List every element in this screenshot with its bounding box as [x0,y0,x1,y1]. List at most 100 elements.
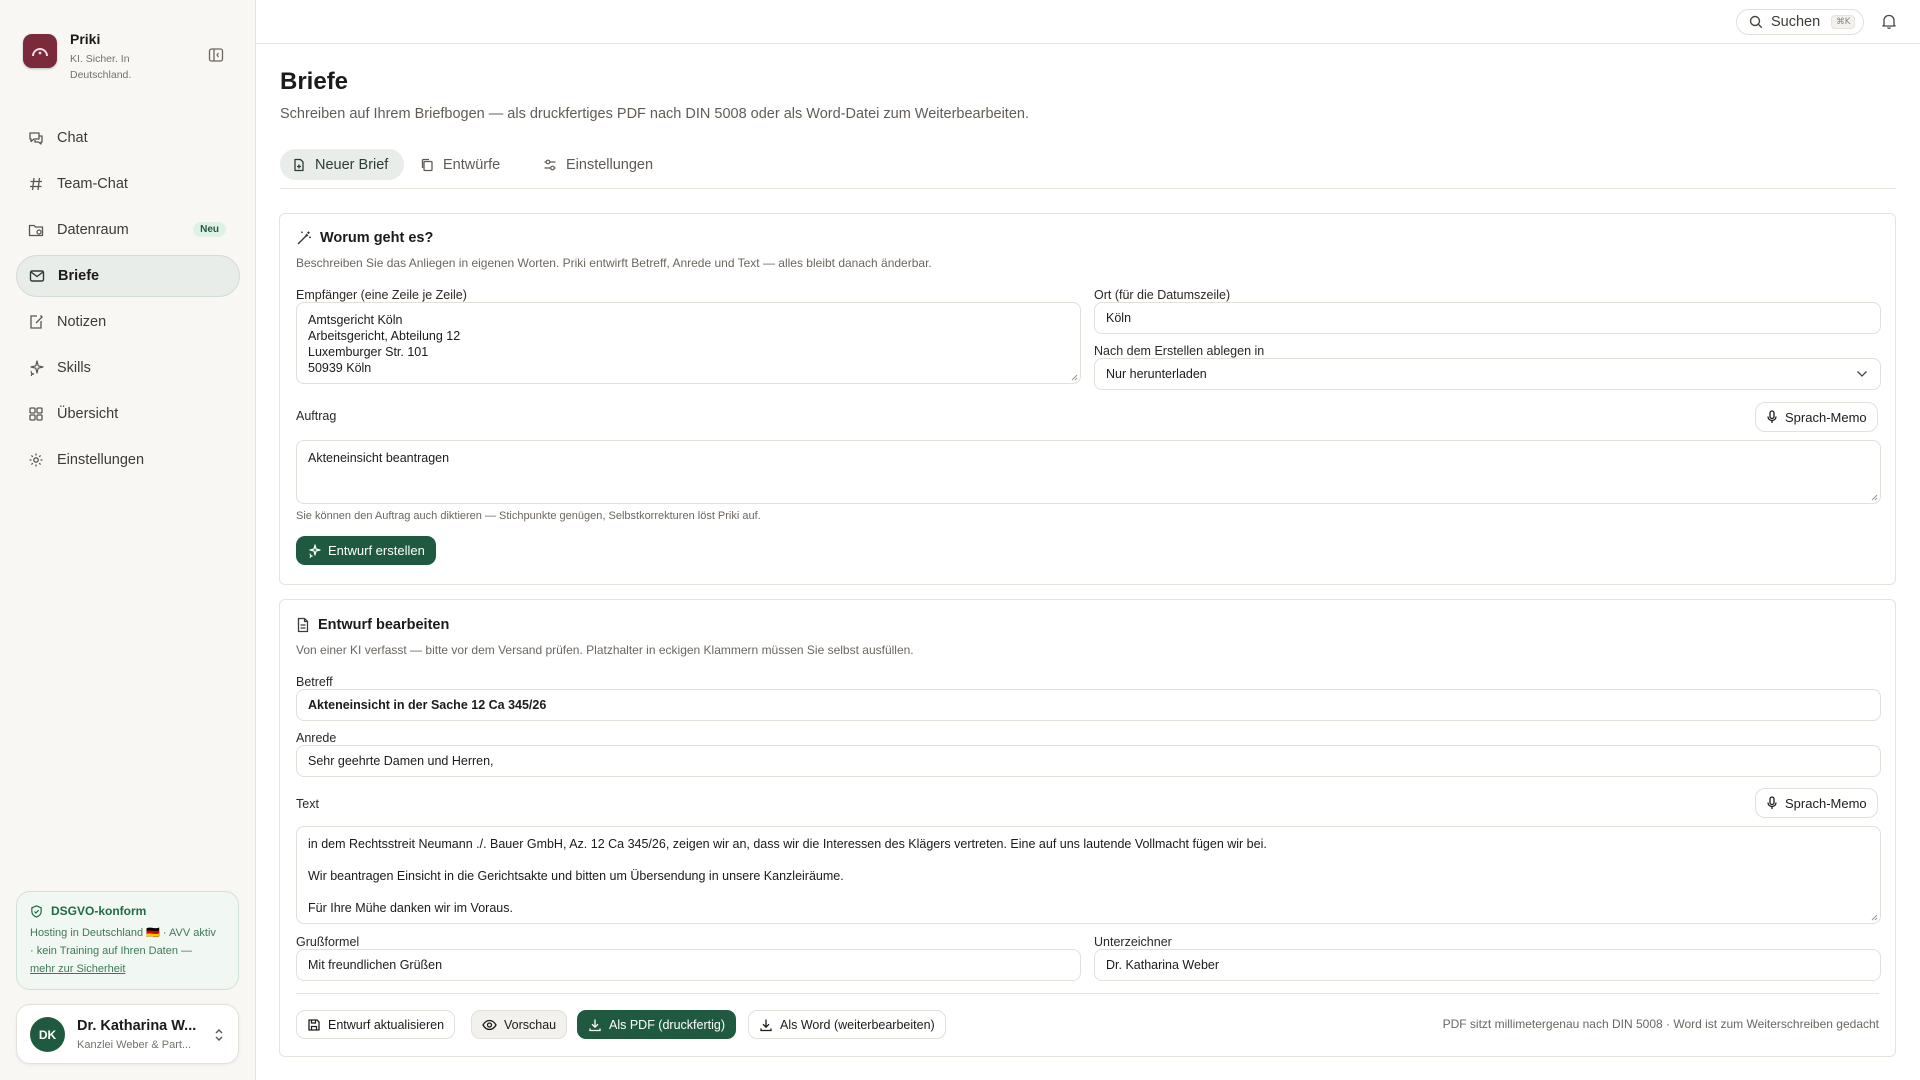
resize-grip-icon[interactable] [1070,373,1078,381]
dsgvo-title: DSGVO-konform [30,904,225,918]
notifications-button[interactable] [1881,13,1897,30]
update-draft-button[interactable]: Entwurf aktualisieren [296,1010,456,1039]
bell-icon [1882,14,1896,29]
sidebar-item-einstellungen[interactable]: Einstellungen [16,439,240,481]
eye-icon [482,1019,497,1030]
divider [296,993,1879,994]
export-word-button[interactable]: Als Word (weiterbearbeiten) [748,1010,946,1039]
shield-check-icon [31,904,42,918]
recipient-textarea[interactable]: Amtsgericht Köln Arbeitsgericht, Abteilu… [296,302,1081,384]
sidebar-item-chat[interactable]: Chat [16,117,240,159]
create-draft-label: Entwurf erstellen [328,543,425,558]
sidebar-toggle-button[interactable] [208,47,226,65]
security-link[interactable]: mehr zur Sicherheit [30,963,125,975]
search-shortcut: ⌘K [1831,15,1856,29]
search-label: Suchen [1771,14,1821,30]
tab-label: Neuer Brief [315,156,389,173]
subject-value: Akteneinsicht in der Sache 12 Ca 345/26 [308,698,547,712]
preview-button[interactable]: Vorschau [471,1010,568,1039]
export-word-label: Als Word (weiterbearbeiten) [780,1017,935,1032]
dsgvo-title-text: DSGVO-konform [51,904,147,918]
recipient-line: Amtsgericht Köln [308,313,403,327]
task-textarea[interactable]: Akteneinsicht beantragen [296,440,1881,504]
store-value: Nur herunterladen [1106,367,1207,381]
download-icon [760,1019,772,1031]
tab-neuer-brief[interactable]: Neuer Brief [280,149,404,180]
chevron-up-down-icon [215,1029,223,1041]
recipient-line: Arbeitsgericht, Abteilung 12 [308,329,461,343]
preview-label: Vorschau [504,1017,557,1032]
user-organization: Kanzlei Weber & Part... [77,1039,192,1051]
sparkle-icon [30,360,44,376]
sidebar-item-uebersicht[interactable]: Übersicht [16,393,240,435]
brand-tagline: KI. Sicher. In Deutschland. [70,53,132,81]
microphone-icon [1767,410,1777,423]
text-paragraph: in dem Rechtsstreit Neumann ./. Bauer Gm… [308,837,1267,851]
chat-icon [29,132,43,145]
dsgvo-line-1: Hosting in Deutschland 🇩🇪 · AVV aktiv [30,927,216,939]
brand-name: Priki [70,31,101,47]
sidebar-item-label: Datenraum [57,222,129,238]
create-draft-button[interactable]: Entwurf erstellen [296,536,436,565]
export-pdf-label: Als PDF (druckfertig) [609,1017,725,1032]
task-value: Akteneinsicht beantragen [308,451,450,465]
user-menu-button[interactable]: DK Dr. Katharina W... Kanzlei Weber & Pa… [16,1004,239,1064]
export-pdf-button[interactable]: Als PDF (druckfertig) [577,1010,736,1039]
export-note: PDF sitzt millimetergenau nach DIN 5008 … [1442,1017,1879,1031]
text-textarea[interactable]: in dem Rechtsstreit Neumann ./. Bauer Gm… [296,826,1881,924]
search-icon [1749,15,1763,29]
signer-input[interactable]: Dr. Katharina Weber [1094,949,1881,981]
page-title: Briefe [280,68,349,95]
tab-label: Einstellungen [566,156,654,173]
user-name: Dr. Katharina W... [77,1018,197,1034]
request-card: Worum geht es? Beschreiben Sie das Anlie… [279,213,1896,585]
tab-entwuerfe[interactable]: Entwürfe [408,149,512,180]
task-hint: Sie können den Auftrag auch diktieren — … [296,510,761,522]
sidebar-item-skills[interactable]: Skills [16,347,240,389]
save-icon [308,1018,320,1031]
gear-icon [29,453,43,467]
store-select[interactable]: Nur herunterladen [1094,358,1881,390]
signer-value: Dr. Katharina Weber [1106,958,1220,972]
closing-input[interactable]: Mit freundlichen Grüßen [296,949,1081,981]
file-plus-icon [294,158,304,171]
tab-einstellungen[interactable]: Einstellungen [531,149,665,180]
sidebar-item-label: Notizen [57,314,107,330]
sidebar-item-label: Chat [57,130,88,146]
salutation-input[interactable]: Sehr geehrte Damen und Herren, [296,745,1881,777]
text-paragraph: Wir beantragen Einsicht in die Gerichtsa… [308,869,844,883]
chevron-down-icon [1857,371,1867,377]
sliders-icon [544,159,556,170]
sidebar-item-notizen[interactable]: Notizen [16,301,240,343]
update-draft-label: Entwurf aktualisieren [328,1017,445,1032]
voice-memo-button[interactable]: Sprach-Memo [1755,402,1878,432]
dsgvo-line-2: · kein Training auf Ihren Daten — [30,945,193,957]
sidebar-item-datenraum[interactable]: Datenraum Neu [16,209,240,251]
sidebar-toggle-icon [208,48,224,62]
search-button[interactable]: Suchen ⌘K [1736,9,1864,35]
place-input[interactable]: Köln [1094,302,1881,334]
store-label: Nach dem Erstellen ablegen in [1094,344,1265,358]
recipient-line: Luxemburger Str. 101 [308,345,429,359]
voice-memo-label: Sprach-Memo [1785,795,1867,811]
copy-icon [421,158,433,171]
tab-label: Entwürfe [443,156,501,173]
request-card-title: Worum geht es? [320,230,434,246]
closing-label: Grußformel [296,935,360,949]
magic-wand-icon [297,231,311,245]
place-value: Köln [1106,311,1132,325]
text-voice-memo-button[interactable]: Sprach-Memo [1755,788,1878,818]
grid-icon [29,407,43,421]
folder-icon [28,224,44,237]
brand-logo[interactable] [23,34,57,68]
avatar: DK [30,1017,65,1052]
resize-grip-icon[interactable] [1870,493,1878,501]
top-bar: Suchen ⌘K [256,0,1920,44]
sidebar-item-team-chat[interactable]: Team-Chat [16,163,240,205]
resize-grip-icon[interactable] [1870,913,1878,921]
closing-value: Mit freundlichen Grüßen [308,958,443,972]
text-paragraph: Für Ihre Mühe danken wir im Voraus. [308,901,513,915]
draft-card: Entwurf bearbeiten Von einer KI verfasst… [279,599,1896,1057]
sidebar-item-briefe[interactable]: Briefe [16,255,240,297]
subject-input[interactable]: Akteneinsicht in der Sache 12 Ca 345/26 [296,689,1881,721]
